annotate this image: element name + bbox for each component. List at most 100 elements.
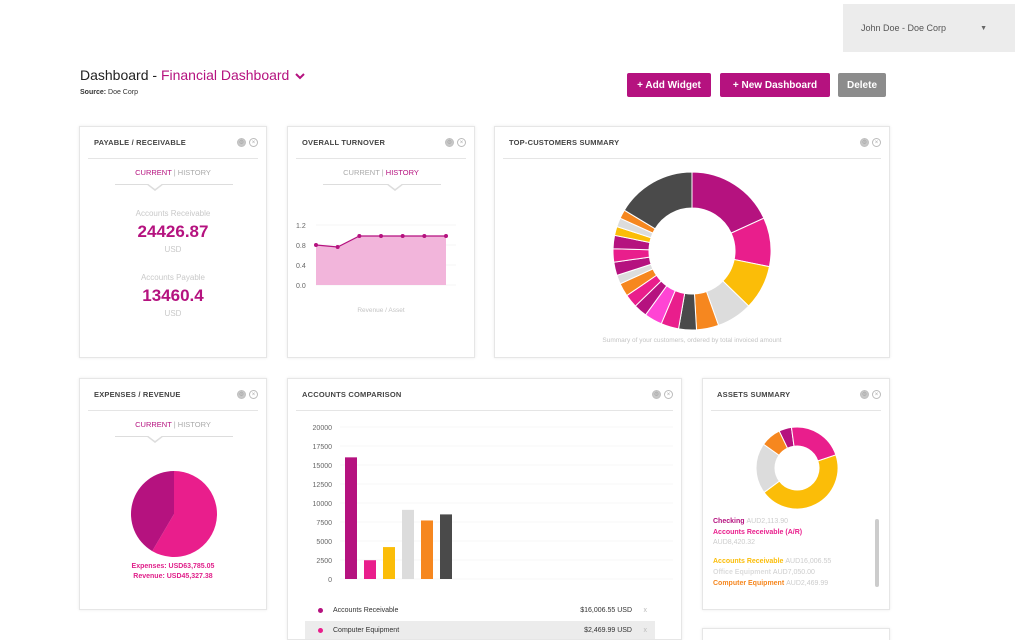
asset-label: Office Equipment bbox=[713, 569, 771, 576]
payable-receivable-widget: PAYABLE / RECEIVABLE ⚙ × CURRENT | HISTO… bbox=[79, 126, 267, 358]
overall-turnover-widget: OVERALL TURNOVER ⚙ × CURRENT | HISTORY 1… bbox=[287, 126, 475, 358]
legend-swatch bbox=[318, 607, 323, 613]
tab-current[interactable]: CURRENT bbox=[135, 168, 172, 177]
gear-icon[interactable]: ⚙ bbox=[445, 138, 454, 147]
asset-amount: AUD16,006.55 bbox=[785, 558, 832, 565]
expenses-revenue-widget: EXPENSES / REVENUE ⚙ × CURRENT | HISTORY… bbox=[79, 378, 267, 610]
y-tick-label: 7500 bbox=[316, 520, 332, 527]
source-line: Source: Doe Corp bbox=[80, 89, 138, 96]
asset-item-ar: Accounts Receivable (A/R) bbox=[713, 528, 802, 537]
close-icon[interactable]: × bbox=[872, 390, 881, 399]
y-tick-label: 1.2 bbox=[296, 223, 306, 230]
pie-slice bbox=[790, 426, 837, 462]
area-fill bbox=[316, 236, 446, 285]
delete-button[interactable]: Delete bbox=[838, 73, 886, 97]
y-tick-label: 10000 bbox=[313, 501, 333, 508]
data-point bbox=[444, 234, 448, 238]
asset-amount: AUD2,113.90 bbox=[746, 518, 788, 525]
remove-row-icon[interactable]: x bbox=[644, 607, 648, 614]
widget-header: OVERALL TURNOVER ⚙ × bbox=[296, 127, 466, 159]
turnover-area-chart: 1.2 0.8 0.4 0.0 bbox=[296, 223, 456, 290]
data-point bbox=[422, 234, 427, 238]
y-tick-label: 20000 bbox=[313, 425, 333, 432]
tab-pointer bbox=[146, 435, 164, 443]
asset-item-computer-equipment: Computer Equipment AUD2,469.99 bbox=[713, 579, 828, 588]
gear-icon[interactable]: ⚙ bbox=[860, 138, 869, 147]
user-menu-label: John Doe - Doe Corp bbox=[861, 23, 947, 33]
new-dashboard-button[interactable]: + New Dashboard bbox=[720, 73, 830, 97]
page-title-prefix: Dashboard - bbox=[80, 67, 161, 83]
table-row[interactable]: Computer Equipment $2,469.99 USD x bbox=[305, 621, 655, 639]
source-label: Source: bbox=[80, 89, 107, 96]
widget-title: ACCOUNTS COMPARISON bbox=[302, 390, 402, 399]
data-point bbox=[400, 234, 405, 238]
y-tick-label: 0.0 bbox=[296, 283, 306, 290]
row-value: $16,006.55 USD bbox=[580, 606, 632, 614]
payable-value: 13460.4 bbox=[142, 286, 204, 305]
payable-label: Accounts Payable bbox=[140, 273, 206, 282]
table-row[interactable]: Accounts Receivable $16,006.55 USD x bbox=[305, 601, 655, 619]
payable-unit: USD bbox=[164, 309, 182, 318]
widget-title: PAYABLE / RECEIVABLE bbox=[94, 138, 186, 147]
page-title: Dashboard - Financial Dashboard bbox=[80, 67, 305, 83]
data-point bbox=[379, 234, 383, 238]
asset-amount: AUD7,050.00 bbox=[772, 569, 815, 576]
y-tick-label: 17500 bbox=[313, 444, 333, 451]
view-tabs: CURRENT | HISTORY bbox=[288, 168, 474, 177]
asset-label: Computer Equipment bbox=[713, 580, 785, 587]
tab-current[interactable]: CURRENT bbox=[343, 168, 380, 177]
tab-pointer bbox=[146, 183, 164, 191]
row-name: Computer Equipment bbox=[333, 626, 400, 634]
asset-item-checking: Checking AUD2,113.90 bbox=[713, 517, 788, 526]
tab-history[interactable]: HISTORY bbox=[178, 420, 211, 429]
close-icon[interactable]: × bbox=[872, 138, 881, 147]
gear-icon[interactable]: ⚙ bbox=[237, 138, 246, 147]
y-tick-label: 0.8 bbox=[296, 243, 306, 250]
asset-label: Checking bbox=[713, 518, 745, 525]
gear-icon[interactable]: ⚙ bbox=[860, 390, 869, 399]
data-point bbox=[357, 234, 362, 238]
asset-amount: AUD8,420.32 bbox=[713, 539, 756, 546]
bar bbox=[440, 514, 452, 579]
receivable-unit: USD bbox=[164, 245, 182, 254]
accounts-comparison-bar-chart: 20000 17500 15000 12500 10000 7500 5000 2500 0 bbox=[313, 425, 673, 584]
gear-icon[interactable]: ⚙ bbox=[652, 390, 661, 399]
scrollbar-thumb[interactable] bbox=[875, 519, 879, 587]
tab-history[interactable]: HISTORY bbox=[386, 168, 419, 177]
receivable-value: 24426.87 bbox=[137, 222, 209, 241]
row-value: $2,469.99 USD bbox=[584, 626, 632, 634]
view-tabs: CURRENT | HISTORY bbox=[80, 168, 266, 177]
y-tick-label: 2500 bbox=[316, 558, 332, 565]
widget-header: ASSETS SUMMARY ⚙ × bbox=[711, 379, 881, 411]
legend-swatch bbox=[318, 627, 323, 633]
asset-amount: AUD2,469.99 bbox=[786, 580, 829, 587]
y-tick-label: 5000 bbox=[316, 539, 332, 546]
user-menu[interactable]: John Doe - Doe Corp ▼ bbox=[843, 4, 1015, 52]
dashboard-selector[interactable]: Financial Dashboard bbox=[161, 67, 289, 83]
widget-title: TOP-CUSTOMERS SUMMARY bbox=[509, 138, 620, 147]
close-icon[interactable]: × bbox=[457, 138, 466, 147]
close-icon[interactable]: × bbox=[249, 138, 258, 147]
y-tick-label: 0 bbox=[328, 577, 332, 584]
expenses-revenue-pie bbox=[131, 471, 217, 557]
pie-legend: Expenses: USD63,785.05 Revenue: USD45,32… bbox=[80, 562, 266, 582]
tab-current[interactable]: CURRENT bbox=[135, 420, 172, 429]
close-icon[interactable]: × bbox=[664, 390, 673, 399]
widget-header: EXPENSES / REVENUE ⚙ × bbox=[88, 379, 258, 411]
gear-icon[interactable]: ⚙ bbox=[237, 390, 246, 399]
remove-row-icon[interactable]: x bbox=[644, 627, 648, 634]
chevron-down-icon[interactable] bbox=[295, 71, 305, 81]
bar bbox=[383, 547, 395, 579]
tab-divider bbox=[323, 184, 441, 185]
add-widget-button[interactable]: + Add Widget bbox=[627, 73, 711, 97]
accounts-comparison-widget: ACCOUNTS COMPARISON ⚙ × 20000 17500 15000 1… bbox=[287, 378, 682, 640]
bar bbox=[364, 560, 376, 579]
source-value: Doe Corp bbox=[108, 89, 138, 96]
widget-header: TOP-CUSTOMERS SUMMARY ⚙ × bbox=[503, 127, 881, 159]
chevron-down-icon[interactable]: ▼ bbox=[980, 25, 987, 32]
close-icon[interactable]: × bbox=[249, 390, 258, 399]
top-customers-caption: Summary of your customers, ordered by to… bbox=[602, 337, 782, 344]
tab-history[interactable]: HISTORY bbox=[178, 168, 211, 177]
tab-divider bbox=[115, 184, 233, 185]
widget-header: PAYABLE / RECEIVABLE ⚙ × bbox=[88, 127, 258, 159]
